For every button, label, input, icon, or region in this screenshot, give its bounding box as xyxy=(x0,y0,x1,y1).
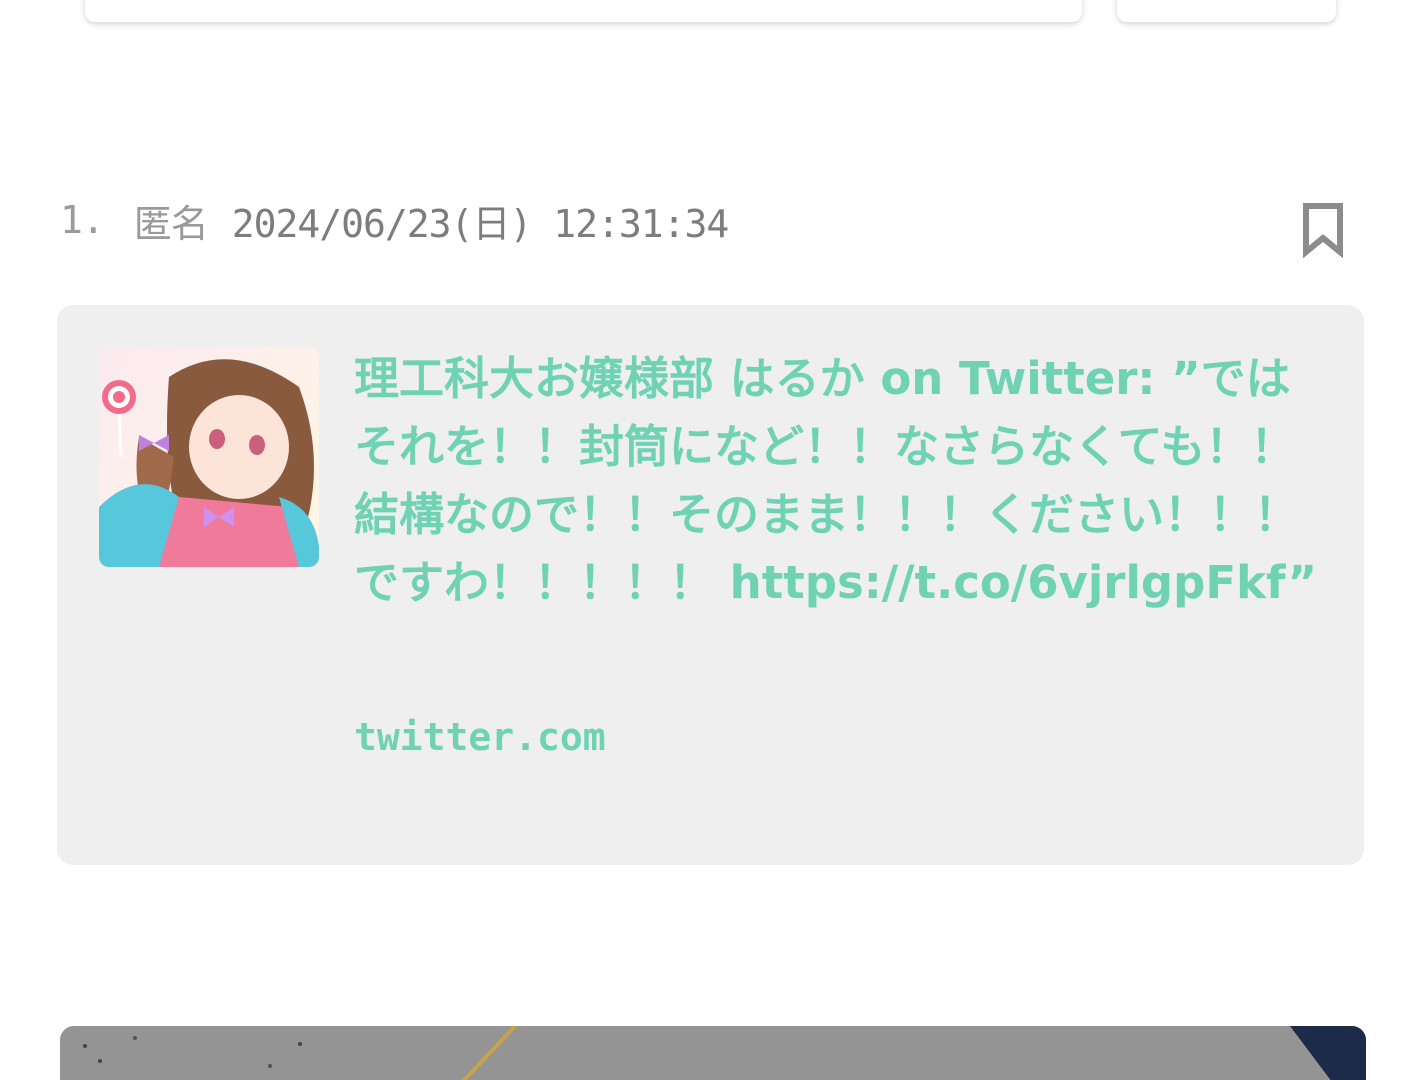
next-post-image[interactable] xyxy=(60,1026,1366,1080)
bookmark-icon xyxy=(1303,203,1343,259)
embed-domain: twitter.com xyxy=(354,715,606,759)
bookmark-button[interactable] xyxy=(1300,202,1346,259)
link-embed-card[interactable]: 理工科大お嬢様部 はるか on Twitter: ”ではそれを！！封筒になど！！… xyxy=(57,305,1364,865)
previous-card[interactable] xyxy=(85,0,1082,22)
comment-datetime: 2024/06/23(日) 12:31:34 xyxy=(231,201,729,246)
comment-author: 匿名 xyxy=(133,201,209,246)
page: 1. 匿名 2024/06/23(日) 12:31:34 理工科大お嬢様部 はる… xyxy=(0,0,1414,1080)
embed-thumbnail xyxy=(99,347,319,567)
comment-header: 1. 匿名 2024/06/23(日) 12:31:34 xyxy=(60,195,729,246)
comment-number: 1. xyxy=(60,198,105,242)
previous-card-side[interactable] xyxy=(1117,0,1336,22)
embed-title-link[interactable]: 理工科大お嬢様部 はるか on Twitter: ”ではそれを！！封筒になど！！… xyxy=(354,345,1334,617)
